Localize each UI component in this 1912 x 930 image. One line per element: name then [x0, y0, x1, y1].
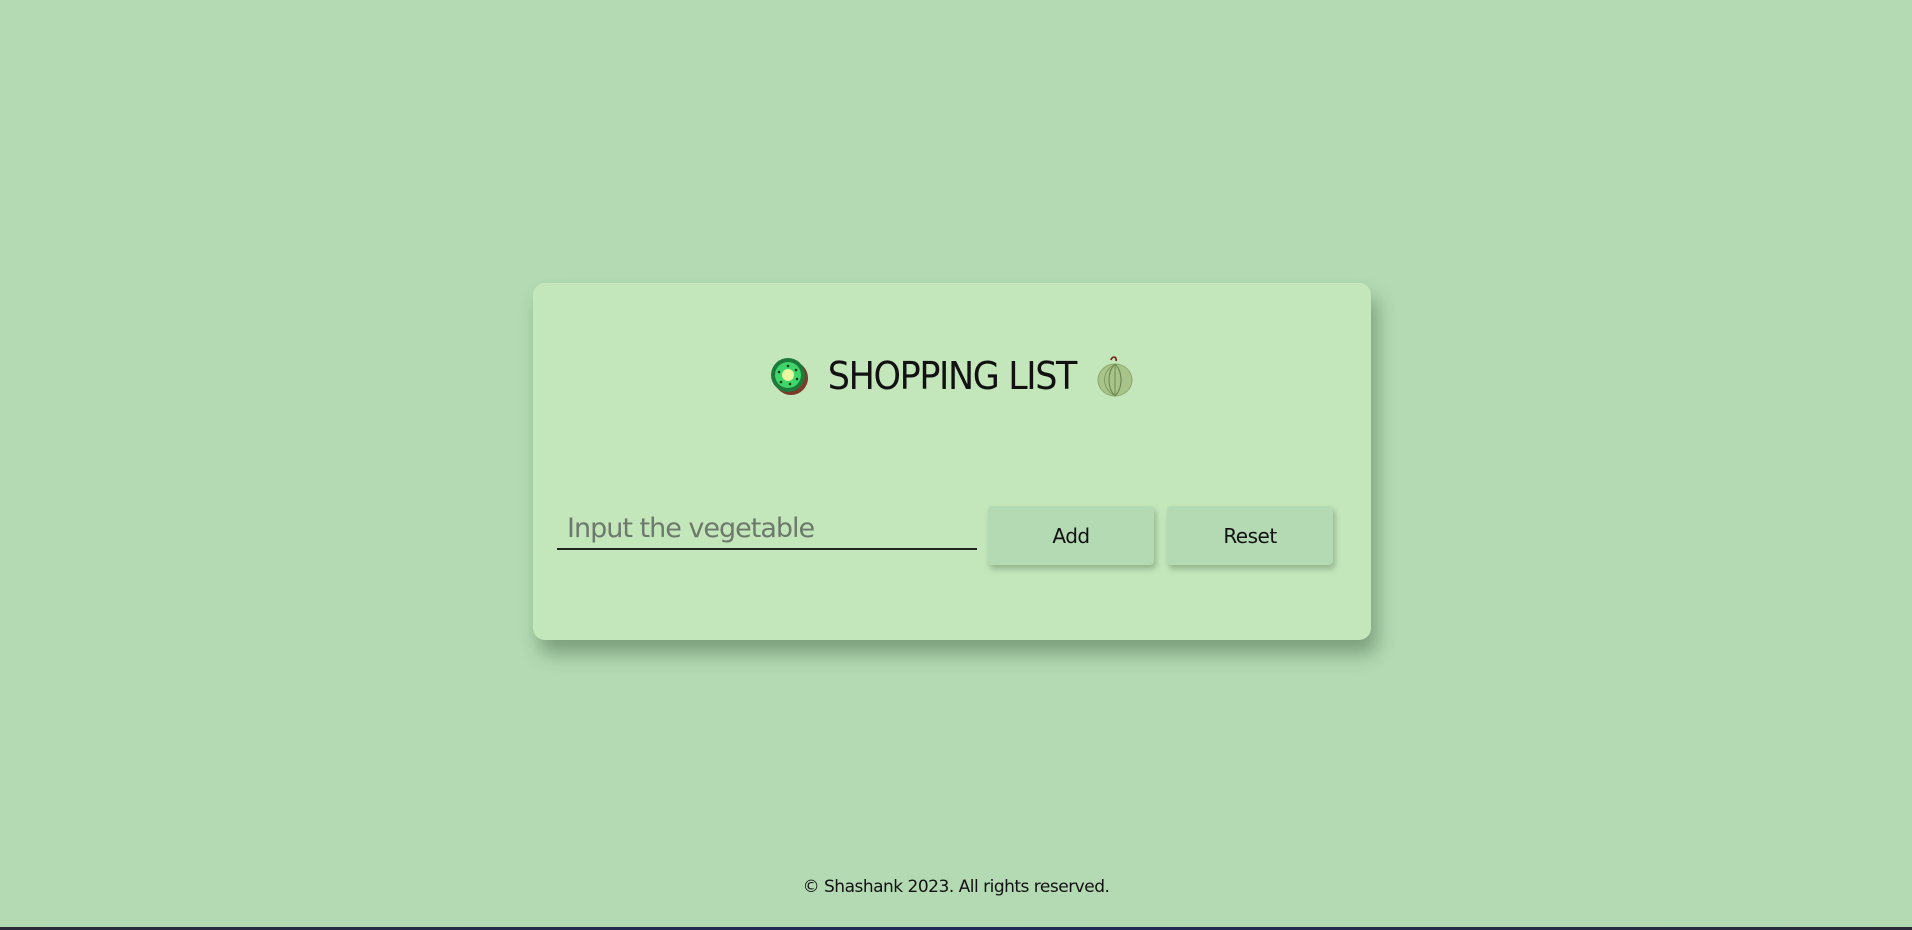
- footer-copyright: © Shashank 2023. All rights reserved.: [802, 877, 1110, 897]
- vegetable-input-wrapper: [557, 508, 977, 550]
- reset-button[interactable]: Reset: [1167, 506, 1333, 565]
- vegetable-input[interactable]: [557, 508, 977, 548]
- melon-icon: [1095, 354, 1135, 398]
- page-title: SHOPPING LIST: [827, 354, 1078, 398]
- title-row: SHOPPING LIST: [533, 351, 1371, 401]
- shopping-list-card: SHOPPING LIST Add Reset: [533, 283, 1371, 640]
- kiwi-icon: [769, 354, 809, 398]
- add-button[interactable]: Add: [988, 506, 1154, 565]
